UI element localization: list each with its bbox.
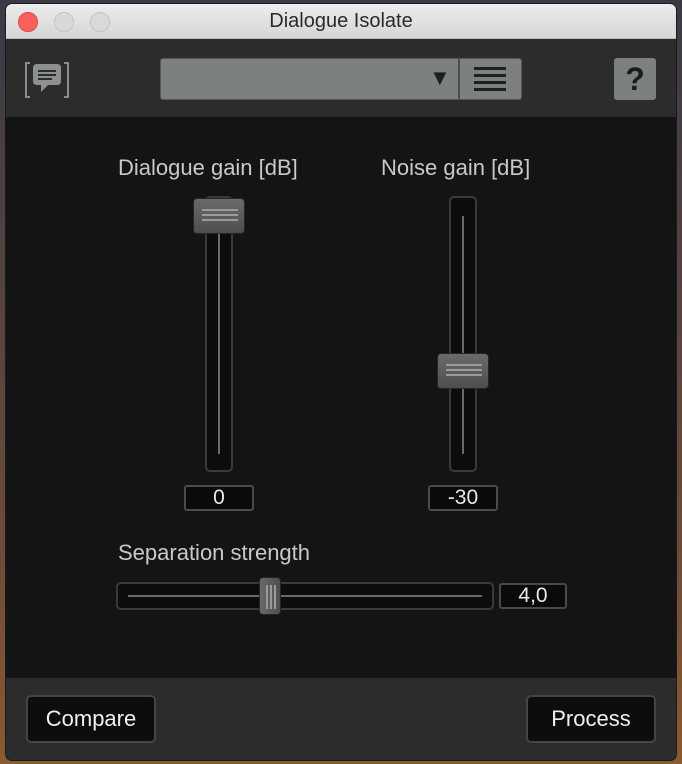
handle-grip-line: [202, 214, 238, 216]
title-bar: Dialogue Isolate: [6, 4, 676, 39]
footer-bar: Compare Process: [6, 678, 676, 760]
handle-grip-line: [446, 368, 482, 371]
noise-gain-track-line: [462, 216, 464, 454]
preset-divider: [458, 59, 460, 99]
separation-track-line: [128, 595, 482, 597]
separation-strength-slider-track[interactable]: [116, 582, 494, 610]
speech-bubble-icon[interactable]: [24, 57, 70, 103]
noise-gain-slider-track[interactable]: [449, 196, 477, 472]
handle-grip-line: [269, 585, 272, 609]
handle-grip-line: [265, 585, 268, 609]
handle-grip-line: [446, 373, 482, 376]
plugin-window: Dialogue Isolate ▼ ? Dialogue gain [dB] …: [6, 4, 676, 760]
toolbar: ▼ ?: [6, 39, 676, 117]
help-button[interactable]: ?: [614, 58, 656, 100]
handle-grip-line: [202, 219, 238, 221]
dropdown-arrow-icon: ▼: [429, 65, 451, 90]
controls-panel: Dialogue gain [dB] Noise gain [dB] 0 -30…: [6, 117, 676, 678]
dialogue-gain-value[interactable]: 0: [184, 485, 254, 511]
compare-button[interactable]: Compare: [26, 695, 156, 743]
noise-gain-value[interactable]: -30: [428, 485, 498, 511]
noise-gain-label: Noise gain [dB]: [381, 155, 531, 180]
separation-strength-label: Separation strength: [118, 540, 311, 565]
hamburger-menu-icon[interactable]: [474, 66, 506, 94]
dialogue-gain-label: Dialogue gain [dB]: [118, 155, 298, 180]
dialogue-gain-track-line: [218, 216, 220, 454]
window-title: Dialogue Isolate: [269, 10, 413, 32]
dialogue-gain-slider-handle[interactable]: [193, 198, 245, 234]
handle-grip-line: [446, 363, 482, 366]
separation-strength-slider-handle[interactable]: [258, 577, 281, 615]
separation-strength-value[interactable]: 4,0: [499, 583, 567, 609]
preset-dropdown[interactable]: ▼: [160, 58, 522, 100]
process-button[interactable]: Process: [526, 695, 656, 743]
handle-grip-line: [273, 585, 276, 609]
dialogue-gain-slider-track[interactable]: [205, 196, 233, 472]
handle-grip-line: [202, 209, 238, 211]
noise-gain-slider-handle[interactable]: [437, 352, 489, 389]
